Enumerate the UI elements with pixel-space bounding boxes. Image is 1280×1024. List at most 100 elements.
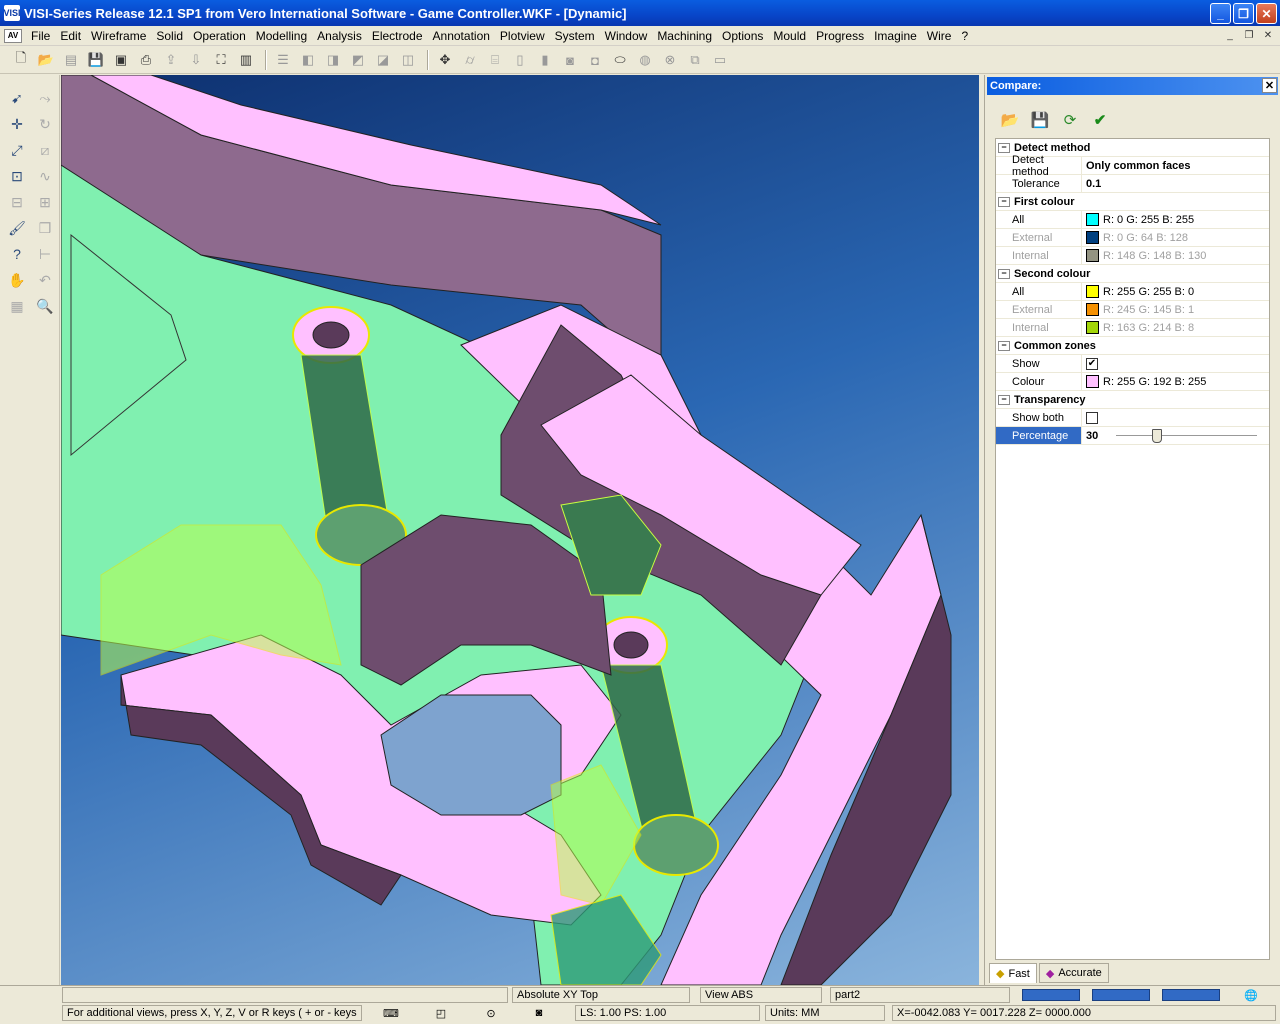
cylinder-outline-icon[interactable]: ▯ [509, 49, 531, 71]
confirm-check-icon[interactable]: ✔ [1089, 109, 1111, 131]
shade-edges-icon[interactable]: ◨ [322, 49, 344, 71]
tab-accurate[interactable]: ◆ Accurate [1038, 963, 1109, 983]
layers-icon[interactable]: ☰ [272, 49, 294, 71]
cylinder-color-icon[interactable]: ⬭ [609, 49, 631, 71]
curve-icon[interactable]: ∿ [34, 165, 56, 187]
restore-button[interactable]: ❐ [1233, 3, 1254, 24]
menu-machining[interactable]: Machining [652, 29, 717, 43]
property-row[interactable]: All R: 0 G: 255 B: 255 [996, 211, 1269, 229]
show-checkbox[interactable]: ✔ [1086, 357, 1098, 370]
dynamic-view-icon[interactable]: ✥ [434, 49, 456, 71]
keyboard-icon[interactable]: ⌨ [382, 1005, 400, 1021]
mdi-minimize-button[interactable]: _ [1222, 28, 1238, 42]
mouse-icon[interactable]: ⊙ [482, 1005, 500, 1021]
record-icon[interactable]: ◙ [530, 1005, 548, 1021]
cylinder-hidden-icon[interactable]: ⌸ [484, 49, 506, 71]
menu-operation[interactable]: Operation [188, 29, 251, 43]
collapse-icon[interactable]: − [998, 394, 1010, 405]
menu-annotation[interactable]: Annotation [428, 29, 495, 43]
menu-mould[interactable]: Mould [768, 29, 811, 43]
colour-value[interactable]: R: 255 G: 255 B: 0 [1082, 283, 1269, 300]
hand-icon[interactable]: ✋ [6, 269, 28, 291]
menu-system[interactable]: System [550, 29, 600, 43]
menu-options[interactable]: Options [717, 29, 768, 43]
collapse-icon[interactable]: − [998, 196, 1010, 207]
grid-icon[interactable]: ▦ [6, 295, 28, 317]
cylinder-shaded-icon[interactable]: ▮ [534, 49, 556, 71]
layout-icon[interactable]: ▥ [235, 49, 257, 71]
cylinder-gouraud-icon[interactable]: ◘ [584, 49, 606, 71]
move-icon[interactable]: ✛ [6, 113, 28, 135]
collapse-icon[interactable]: − [998, 142, 1010, 153]
attributes-icon[interactable]: ⊟ [6, 191, 28, 213]
colour-value[interactable]: R: 255 G: 192 B: 255 [1082, 373, 1269, 390]
colour-value[interactable]: R: 0 G: 255 B: 255 [1082, 211, 1269, 228]
image-icon[interactable]: ⛶ [210, 49, 232, 71]
save-all-icon[interactable]: ▣ [110, 49, 132, 71]
collapse-icon[interactable]: − [998, 340, 1010, 351]
property-row[interactable]: Colour R: 255 G: 192 B: 255 [996, 373, 1269, 391]
group-second-colour[interactable]: − Second colour [996, 265, 1269, 283]
detect-method-value[interactable]: Only common faces [1082, 157, 1269, 174]
new-file-icon[interactable]: 🗋 [10, 49, 32, 71]
paint-icon[interactable]: 🖌 [6, 217, 28, 239]
menu-solid[interactable]: Solid [151, 29, 188, 43]
menu-modelling[interactable]: Modelling [251, 29, 312, 43]
tab-fast[interactable]: ◆ Fast [989, 963, 1037, 983]
measure-icon[interactable]: ⊢ [34, 243, 56, 265]
view-save-icon[interactable]: ▭ [709, 49, 731, 71]
rotate-icon[interactable]: ↻ [34, 113, 56, 135]
fit-view-icon[interactable]: ⊡ [6, 165, 28, 187]
menu-file[interactable]: File [26, 29, 55, 43]
percentage-value[interactable]: 30 [1082, 427, 1269, 444]
group-common-zones[interactable]: − Common zones [996, 337, 1269, 355]
mdi-restore-button[interactable]: ❐ [1241, 28, 1257, 42]
menu-imagine[interactable]: Imagine [869, 29, 922, 43]
box-icon[interactable]: ❒ [34, 217, 56, 239]
3d-viewport[interactable] [61, 75, 979, 985]
property-row[interactable]: Detect method Only common faces [996, 154, 1269, 178]
property-row[interactable]: Show both [996, 409, 1269, 427]
slider-thumb[interactable] [1151, 428, 1162, 443]
export-icon[interactable]: ⇪ [160, 49, 182, 71]
menu-analysis[interactable]: Analysis [312, 29, 367, 43]
property-row[interactable]: All R: 255 G: 255 B: 0 [996, 283, 1269, 301]
open-folder-icon[interactable]: 📂 [999, 109, 1021, 131]
print-icon[interactable]: ⎙ [135, 49, 157, 71]
open-folder-icon[interactable]: 📂 [35, 49, 57, 71]
shade-hidden-icon[interactable]: ◩ [347, 49, 369, 71]
menu-wire[interactable]: Wire [922, 29, 957, 43]
app-logo[interactable]: AV [4, 28, 22, 43]
mirror-icon[interactable]: ⧄ [34, 139, 56, 161]
select-chain-icon[interactable]: ⤳ [34, 87, 56, 109]
select-icon[interactable]: ➹ [6, 87, 28, 109]
zoom-window-icon[interactable]: 🔍 [34, 295, 56, 317]
cylinder-wire-icon[interactable]: ⌭ [459, 49, 481, 71]
collapse-icon[interactable]: − [998, 268, 1010, 279]
tolerance-value[interactable]: 0.1 [1082, 175, 1269, 192]
group-transparency[interactable]: − Transparency [996, 391, 1269, 409]
property-row[interactable]: Show ✔ [996, 355, 1269, 373]
wireframe-view-icon[interactable]: ◫ [397, 49, 419, 71]
property-row[interactable]: Tolerance 0.1 [996, 175, 1269, 193]
globe-icon[interactable]: 🌐 [1242, 987, 1260, 1003]
percentage-text[interactable]: 30 [1086, 430, 1108, 442]
cube-icon[interactable]: ◰ [432, 1005, 450, 1021]
undo-icon[interactable]: ↶ [34, 269, 56, 291]
view-copy-icon[interactable]: ⧉ [684, 49, 706, 71]
show-both-checkbox[interactable] [1086, 411, 1098, 424]
properties-icon[interactable]: ⊞ [34, 191, 56, 213]
minimize-button[interactable]: _ [1210, 3, 1231, 24]
query-icon[interactable]: ? [6, 243, 28, 265]
mdi-close-button[interactable]: ✕ [1260, 28, 1276, 42]
open-recent-icon[interactable]: ▤ [60, 49, 82, 71]
menu-help[interactable]: ? [956, 29, 973, 43]
percentage-slider[interactable] [1112, 428, 1261, 443]
panel-close-icon[interactable]: ✕ [1262, 78, 1277, 93]
transparency-icon[interactable]: ◍ [634, 49, 656, 71]
cylinder-smooth-icon[interactable]: ◙ [559, 49, 581, 71]
menu-window[interactable]: Window [600, 29, 653, 43]
import-icon[interactable]: ⇩ [185, 49, 207, 71]
save-icon[interactable]: 💾 [85, 49, 107, 71]
scale-icon[interactable]: ⤢ [6, 139, 28, 161]
